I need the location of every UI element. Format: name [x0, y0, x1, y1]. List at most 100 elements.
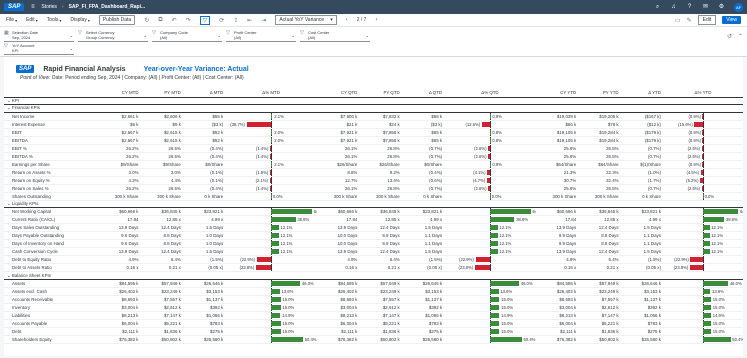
table-row[interactable]: EBIT $2,667 k $2,615 k $52 k 2.0% $7,921 k $7,…: [4, 128, 743, 137]
table-row[interactable]: Return on Sales % 26.2% 26.5% (0.4%) (1.4%) 2…: [4, 184, 743, 193]
next-page-icon[interactable]: ›: [375, 17, 377, 23]
table-row[interactable]: Assets excl. Cash $26,402 k $23,249 k $3,15…: [4, 287, 743, 297]
file-menu[interactable]: File ▾: [6, 17, 17, 23]
table-cell: $2,111 k: [535, 327, 579, 337]
table-row[interactable]: Return on Assets % 3.0% 3.0% (0.1%) (1.6%) 8.…: [4, 168, 743, 177]
reset-icon[interactable]: ↺: [727, 33, 732, 40]
table-cell: 26.2%: [98, 152, 141, 161]
redo-icon[interactable]: ↷: [186, 17, 191, 24]
table-row[interactable]: Shareholders Equity $76,382 k $50,802 k $25…: [4, 335, 743, 345]
column-header[interactable]: PY MTD: [140, 89, 183, 98]
table-cell: $60,666 k: [98, 207, 141, 217]
back-icon[interactable]: ⇤: [247, 17, 252, 24]
variance-bar: 15.0%: [444, 328, 536, 335]
filter-icon[interactable]: ▽: [199, 15, 211, 25]
variance-bar: 13.6%: [444, 288, 536, 295]
table-cell: $392 k: [620, 303, 663, 313]
table-cell: (0.4%): [182, 144, 226, 153]
column-header[interactable]: PY QTD: [359, 89, 402, 98]
fullscreen-icon[interactable]: ▭: [675, 17, 681, 24]
table-row[interactable]: Debt to Assets Ratio 0.16 x 0.21 x (0.05 x)…: [4, 263, 743, 273]
column-header[interactable]: CY QTD: [316, 89, 360, 98]
comment-icon[interactable]: ✎: [687, 17, 692, 24]
filter-selection-date[interactable]: ▦ Selection Date Sep, 2024 ⌄: [4, 30, 74, 42]
publish-data-button[interactable]: Publish Data: [98, 15, 136, 25]
table-row-root[interactable]: ⌄ KPI: [4, 97, 743, 106]
filter-cost-center[interactable]: ▽ Cost Center (All) ⌄: [300, 30, 370, 42]
bar-label: 2.1%: [274, 161, 284, 167]
table-row[interactable]: EBIT % 26.2% 26.5% (0.4%) (1.4%) 26.1% 26.8% (0…: [4, 144, 743, 153]
column-header[interactable]: CY MTD: [98, 89, 141, 98]
table-row[interactable]: Accounts Payable $6,004 k $5,221 k $783 k 15…: [4, 319, 743, 329]
column-header[interactable]: Δ QTD: [401, 89, 445, 98]
table-row[interactable]: EBITDA $2,667 k $2,615 k $52 k 2.0% $7,921 k $…: [4, 136, 743, 145]
bar-label: (2.6%): [687, 145, 700, 151]
table-row[interactable]: Interest Expense $6 k $9 k ($3 k) (38.7%) $21…: [4, 120, 743, 129]
version-select[interactable]: Actual YoY Variance ▾: [275, 15, 337, 25]
filter-company-code[interactable]: ▽ Company Code (All) ⌄: [152, 30, 222, 42]
table-row[interactable]: Earnings per Share $9/Share $9/Share $0/Sha…: [4, 160, 743, 169]
table-row[interactable]: Assets $84,595 k $57,949 k $26,646 k 46.0% $8…: [4, 279, 743, 289]
table-row[interactable]: Liabilities $8,213 k $7,147 k $1,066 k 14.9%…: [4, 311, 743, 321]
column-header[interactable]: PY YTD: [578, 89, 621, 98]
table-cell: 8.6 Days: [140, 239, 183, 249]
forward-icon[interactable]: ⇥: [261, 17, 266, 24]
variance-bar-cell: (15.6%): [662, 120, 743, 129]
filter-currency[interactable]: ▽ Select Currency Group Currency ⌄: [78, 30, 148, 42]
share-icon[interactable]: ⇪: [233, 17, 238, 24]
sync-icon[interactable]: ⟳: [219, 17, 224, 24]
sap-logo[interactable]: SAP: [4, 3, 25, 11]
column-header[interactable]: Δ% QTD: [444, 89, 536, 98]
table-row[interactable]: Inventory $3,004 k $2,612 k $392 k 15.0% $3,0…: [4, 303, 743, 313]
column-header[interactable]: CY YTD: [535, 89, 579, 98]
bar-label: (12.6%): [465, 121, 481, 127]
refresh-icon[interactable]: ↻: [144, 17, 149, 24]
table-row[interactable]: Net Working Capital $60,666 k $36,845 k $23…: [4, 207, 743, 217]
column-header[interactable]: Δ YTD: [620, 89, 663, 98]
table-cell: 12.7%: [316, 176, 360, 185]
prev-page-icon[interactable]: ‹: [346, 17, 348, 23]
edit-mode-button[interactable]: Edit: [697, 15, 717, 25]
collapse-icon[interactable]: ⌃: [738, 33, 743, 40]
view-mode-button[interactable]: View: [722, 16, 741, 24]
edit-menu[interactable]: Edit ▾: [26, 17, 38, 23]
table-row[interactable]: Debt $2,111 k $1,836 k $275 k 15.0% $2,111 k $…: [4, 327, 743, 337]
column-header[interactable]: Δ% YTD: [662, 89, 743, 98]
menu-icon[interactable]: ≡: [29, 4, 36, 11]
positive-bar: [271, 297, 281, 303]
table-row[interactable]: Return on Equity % 4.3% 4.4% (0.1%) (2.1%) 12…: [4, 176, 743, 185]
table-row[interactable]: Cash Conversion Cycle 13.9 Days 12.4 Days 1…: [4, 247, 743, 257]
table-row[interactable]: Shares Outstanding 300 k Share 300 k Share…: [4, 192, 743, 201]
column-header[interactable]: Δ MTD: [182, 89, 226, 98]
table-row[interactable]: Debt to Equity Ratio 4.9% 6.4% (1.5%) (22.9%…: [4, 255, 743, 265]
filter-profit-center[interactable]: ▽ Profit Center (All) ⌄: [226, 30, 296, 42]
table-row[interactable]: EBITDA % 26.2% 26.5% (0.4%) (1.4%) 26.1% 26.8%…: [4, 152, 743, 161]
table-section-row[interactable]: ⌄ Liquidity KPIs: [4, 200, 743, 209]
undo-icon[interactable]: ↶: [172, 17, 177, 24]
chat-icon[interactable]: ✉: [702, 4, 709, 11]
table-section-row[interactable]: ⌄ Financial KPIs: [4, 104, 743, 113]
tools-menu[interactable]: Tools ▾: [47, 17, 62, 23]
settings-icon[interactable]: ⚙: [718, 4, 725, 11]
avatar[interactable]: AF: [734, 2, 743, 12]
bell-icon[interactable]: ♫: [670, 4, 677, 11]
table-row[interactable]: Accounts Receivable $8,693 k $7,557 k $1,13…: [4, 295, 743, 305]
display-menu[interactable]: Display ▾: [70, 17, 89, 23]
column-header[interactable]: Δ% MTD: [225, 89, 317, 98]
variance-bar-cell: (0.9%): [662, 112, 743, 121]
search-icon[interactable]: ⌕: [654, 4, 661, 11]
copy-icon[interactable]: ⧉: [158, 17, 162, 24]
table-row[interactable]: Net Income $2,661 k $2,606 k $55 k 2.1% $7,90…: [4, 112, 743, 121]
table-row[interactable]: Days Payable Outstanding 9.6 Days 8.6 Days…: [4, 231, 743, 241]
bar-axis: [702, 264, 704, 271]
table-section-row[interactable]: ⌄ Balance Sheet KPIs: [4, 271, 743, 281]
kpi-table: CY MTD PY MTD Δ MTD Δ% MTD CY QTD PY QTD Δ QTD…: [4, 89, 743, 345]
table-cell: $78 k: [578, 120, 621, 129]
table-row[interactable]: Days of Inventory on Hand 9.6 Days 8.6 Day…: [4, 239, 743, 249]
help-icon[interactable]: ?: [686, 4, 693, 11]
filter-yoy-account[interactable]: ▽ YoY Account KPI ⌄: [4, 43, 74, 55]
table-row[interactable]: Current Ratio (CA/CL) 17.84 12.85 x 4.99 x3…: [4, 215, 743, 225]
table-row[interactable]: Days Sales Outstanding 13.9 Days 12.4 Days…: [4, 223, 743, 233]
stories-link[interactable]: Stories: [41, 4, 57, 10]
negative-bar: [270, 153, 272, 159]
